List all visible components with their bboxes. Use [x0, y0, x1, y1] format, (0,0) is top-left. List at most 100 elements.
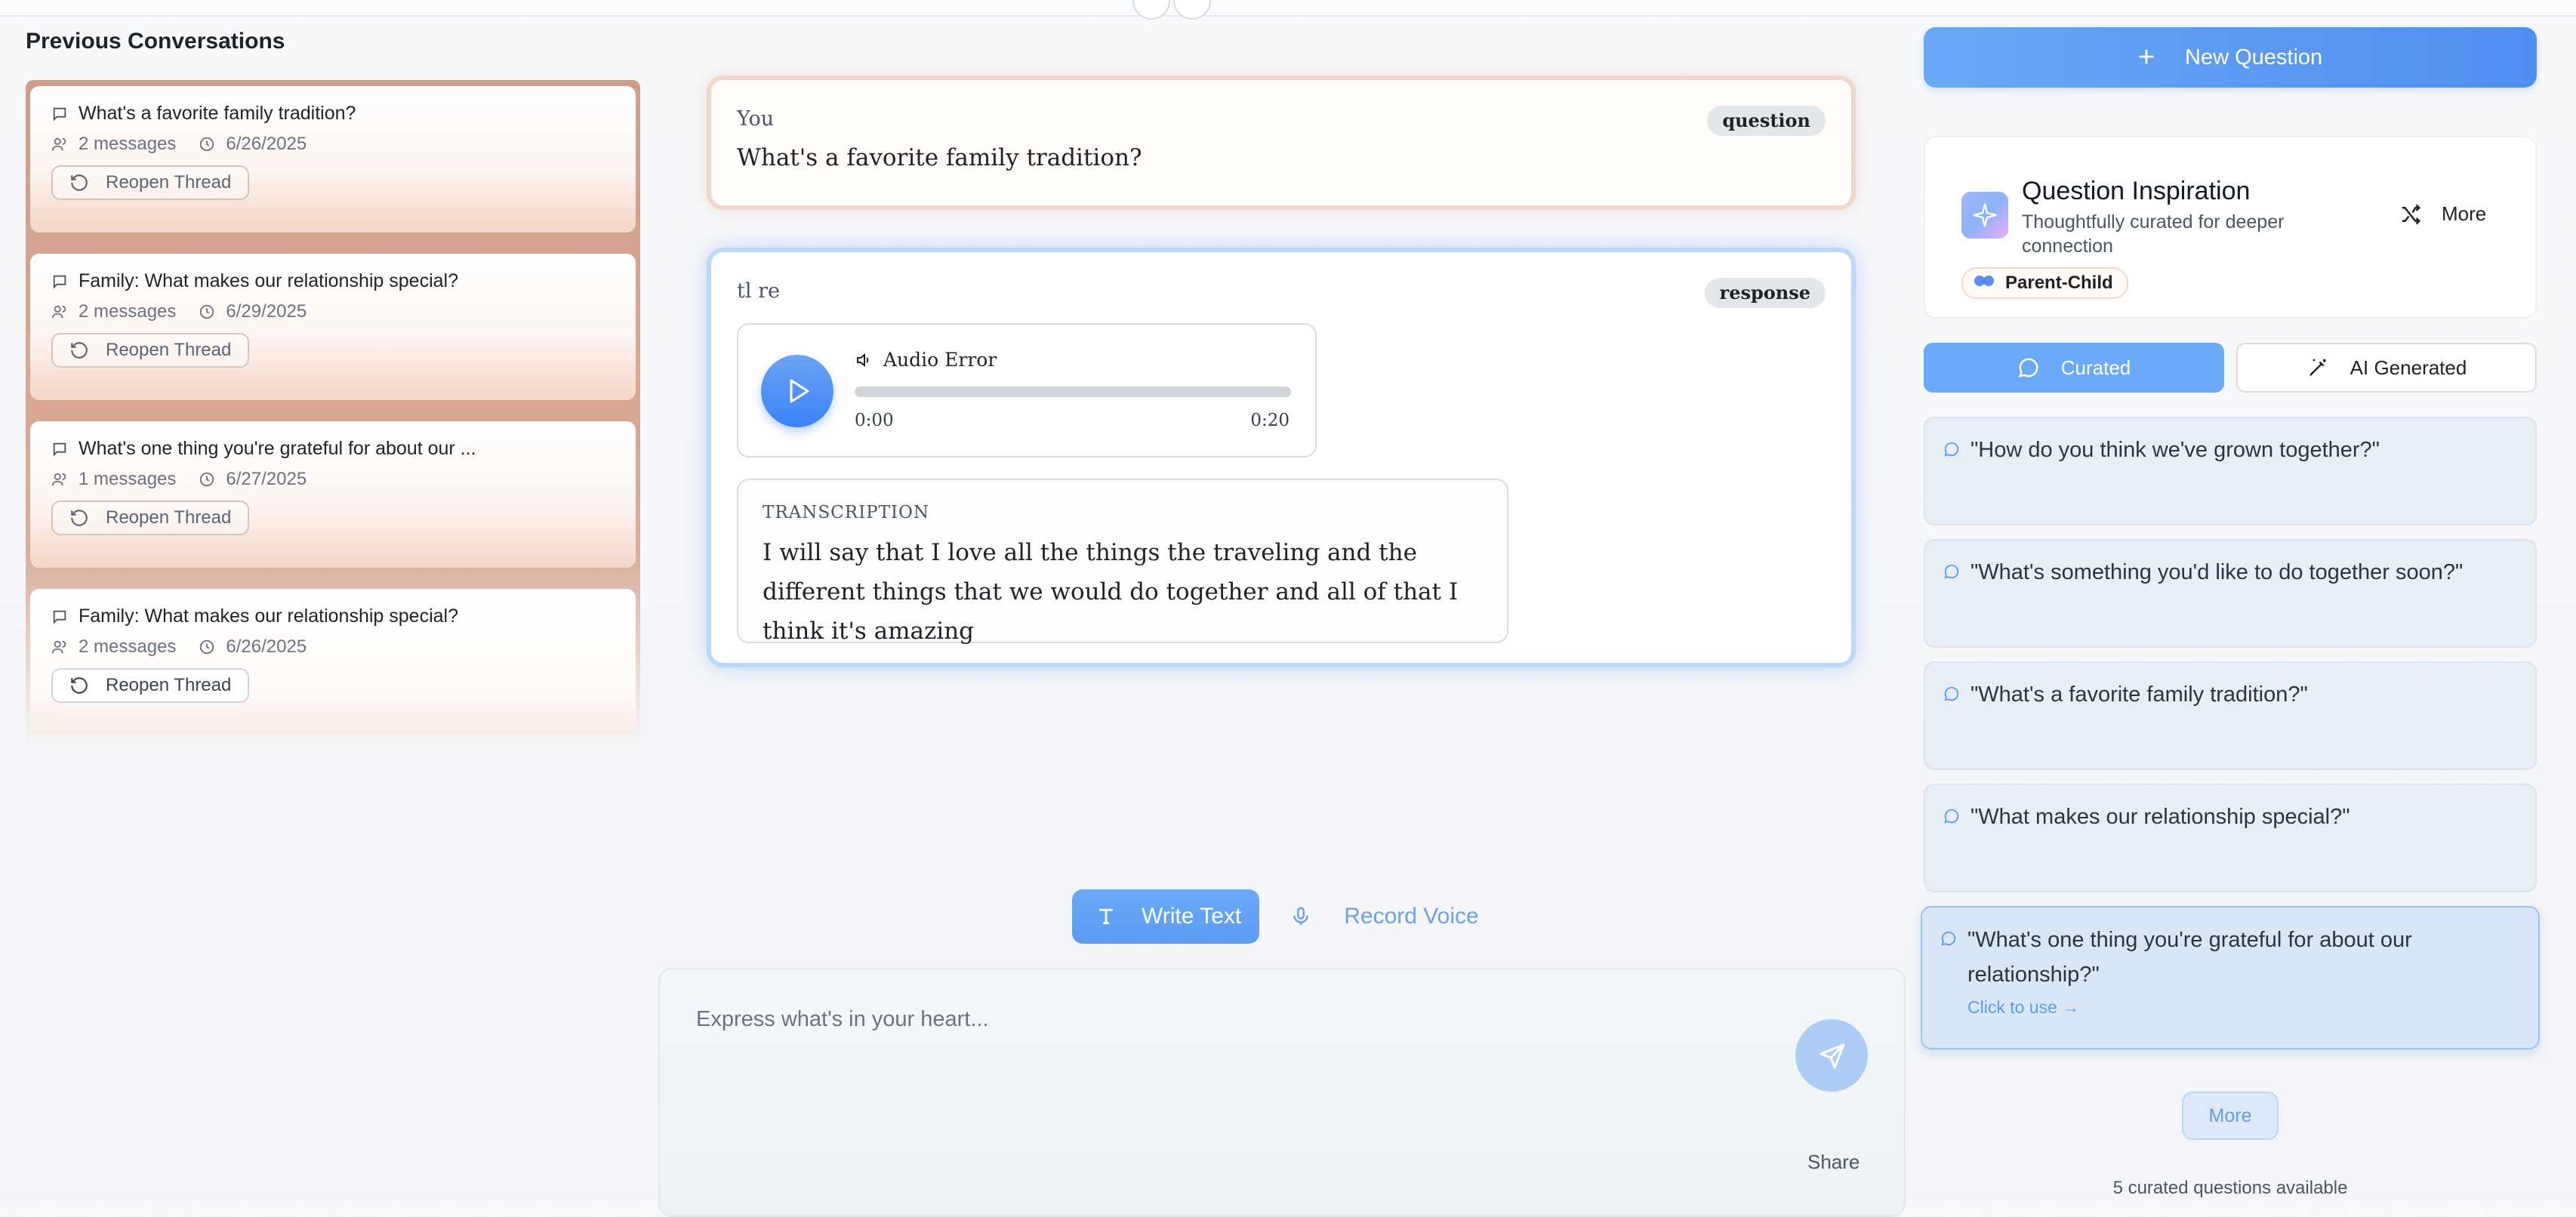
suggested-question[interactable]: "What's something you'd like to do toget… — [1924, 539, 2537, 648]
message-bubble-icon — [1941, 931, 1956, 946]
record-voice-button[interactable]: Record Voice — [1290, 904, 1479, 929]
tab-curated-label: Curated — [2060, 356, 2131, 379]
top-control-icon[interactable] — [1132, 0, 1170, 20]
tab-ai-generated-label: AI Generated — [2350, 356, 2467, 379]
questions-count: 5 curated questions available — [2112, 1178, 2348, 1198]
conversation-card[interactable]: Family: What makes our relationship spec… — [30, 254, 636, 400]
suggested-question-text: "What's one thing you're grateful for ab… — [1967, 928, 2412, 987]
conversation-date: 6/26/2025 — [226, 134, 307, 154]
suggested-question-text: "How do you think we've grown together?" — [1971, 438, 2380, 462]
conversation-title: Family: What makes our relationship spec… — [79, 270, 458, 291]
write-text-label: Write Text — [1142, 904, 1242, 929]
input-mode-toggle: Write Text Record Voice — [1072, 889, 1479, 944]
magic-wand-icon — [2309, 359, 2326, 376]
message-input-placeholder[interactable]: Express what's in your heart... — [696, 1007, 1868, 1032]
message-bubble-icon — [1944, 564, 1959, 579]
share-button[interactable]: Share — [1807, 1151, 1860, 1174]
new-question-button[interactable]: + New Question — [1924, 27, 2537, 88]
chat-icon — [53, 275, 66, 289]
response-tag: response — [1704, 278, 1826, 308]
conversation-card[interactable]: What's one thing you're grateful for abo… — [30, 421, 636, 568]
relationship-badge-label: Parent-Child — [2005, 273, 2113, 293]
transcription-text: I will say that I love all the things th… — [763, 539, 1459, 645]
previous-conversations-title: Previous Conversations — [26, 29, 285, 54]
question-message-card: You question What's a favorite family tr… — [707, 75, 1856, 210]
suggested-question[interactable]: "How do you think we've grown together?" — [1924, 417, 2537, 525]
record-voice-label: Record Voice — [1344, 904, 1479, 929]
audio-progress-track[interactable] — [855, 387, 1291, 397]
send-button[interactable] — [1795, 1019, 1868, 1092]
suggested-question-text: "What's something you'd like to do toget… — [1971, 560, 2464, 584]
conversation-title: What's a favorite family tradition? — [79, 103, 356, 124]
message-count: 2 messages — [79, 301, 177, 322]
hearts-icon — [1972, 273, 1998, 294]
reopen-thread-button[interactable]: Reopen Thread — [51, 165, 250, 200]
response-message-card: tl re response Audio Error 0:00 0:20 TRA… — [707, 248, 1856, 667]
more-questions-button[interactable]: More — [2182, 1092, 2279, 1140]
suggested-question-text: "What makes our relationship special?" — [1971, 805, 2350, 829]
new-question-label: New Question — [2185, 45, 2323, 69]
conversation-title: Family: What makes our relationship spec… — [79, 605, 458, 627]
chat-icon — [53, 442, 66, 457]
shuffle-more-button[interactable]: More — [2399, 202, 2486, 226]
users-icon — [51, 305, 66, 319]
audio-current-time: 0:00 — [855, 411, 894, 430]
reopen-thread-button[interactable]: Reopen Thread — [51, 501, 250, 535]
shuffle-more-label: More — [2442, 202, 2487, 225]
reopen-thread-button[interactable]: Reopen Thread — [51, 668, 250, 703]
chat-icon — [53, 107, 66, 122]
top-controls[interactable] — [1132, 0, 1216, 20]
message-count: 2 messages — [79, 134, 177, 154]
clock-icon — [200, 137, 214, 152]
play-icon — [790, 379, 809, 403]
play-button[interactable] — [761, 355, 834, 427]
reopen-thread-label: Reopen Thread — [106, 507, 232, 528]
audio-player: Audio Error 0:00 0:20 — [737, 323, 1317, 458]
top-control-icon[interactable] — [1173, 0, 1211, 20]
shuffle-icon — [2402, 204, 2421, 224]
tab-ai-generated[interactable]: AI Generated — [2236, 343, 2537, 393]
chat-icon — [53, 610, 66, 624]
message-bubble-icon — [1944, 686, 1959, 701]
suggested-question[interactable]: "What makes our relationship special?" — [1924, 784, 2537, 892]
reopen-thread-label: Reopen Thread — [106, 340, 232, 360]
curated-question-list: "How do you think we've grown together?"… — [1921, 417, 2540, 1063]
plus-icon: + — [2137, 41, 2155, 73]
message-composer[interactable]: Express what's in your heart... Share — [658, 968, 1906, 1217]
click-to-use-hint[interactable]: Click to use → — [1967, 992, 2516, 1022]
rotate-ccw-icon — [71, 174, 88, 191]
conversation-list: What's a favorite family tradition? 2 me… — [26, 80, 640, 747]
microphone-icon — [1293, 907, 1309, 926]
message-author: You — [737, 107, 775, 131]
conversation-card[interactable]: Family: What makes our relationship spec… — [30, 589, 636, 735]
suggested-question[interactable]: "What's a favorite family tradition?" — [1924, 661, 2537, 770]
users-icon — [51, 640, 66, 654]
question-text: What's a favorite family tradition? — [737, 144, 1142, 171]
conversation-date: 6/27/2025 — [226, 469, 307, 489]
text-icon — [1099, 908, 1113, 925]
top-bar — [0, 0, 2576, 17]
rotate-ccw-icon — [71, 677, 88, 694]
message-bubble-icon — [1944, 442, 1959, 457]
conversation-date: 6/29/2025 — [226, 301, 307, 322]
message-bubble-icon — [1944, 809, 1959, 824]
clock-icon — [200, 639, 214, 655]
tab-curated[interactable]: Curated — [1924, 343, 2224, 393]
clock-icon — [200, 472, 214, 487]
users-icon — [51, 137, 66, 151]
rotate-ccw-icon — [71, 510, 88, 526]
suggested-question-hovered[interactable]: "What's one thing you're grateful for ab… — [1921, 906, 2540, 1049]
users-icon — [51, 473, 66, 486]
conversation-card[interactable]: What's a favorite family tradition? 2 me… — [30, 86, 636, 233]
response-author: tl re — [737, 279, 780, 303]
write-text-button[interactable]: Write Text — [1072, 889, 1260, 944]
conversation-title: What's one thing you're grateful for abo… — [79, 438, 476, 459]
message-count: 2 messages — [79, 636, 177, 657]
send-icon — [1820, 1043, 1845, 1069]
message-count: 1 messages — [79, 469, 177, 489]
rotate-ccw-icon — [71, 342, 88, 359]
sparkles-icon — [1961, 192, 2008, 239]
message-circle-icon — [2018, 358, 2038, 378]
volume-icon — [857, 353, 869, 367]
reopen-thread-button[interactable]: Reopen Thread — [51, 333, 250, 368]
